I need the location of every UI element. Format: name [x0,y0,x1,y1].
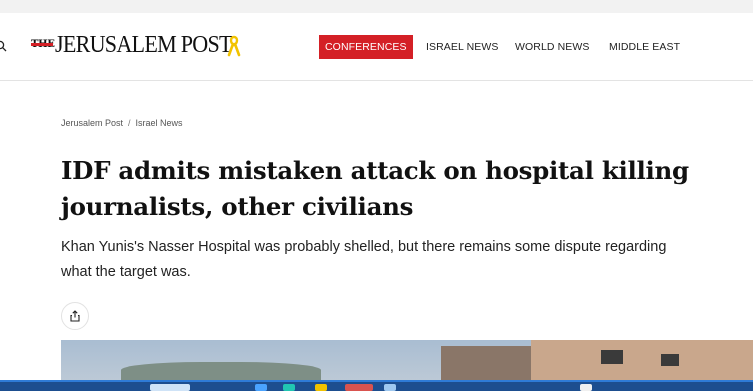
article-hero-image [61,340,753,380]
nav-conferences[interactable]: CONFERENCES [319,35,413,59]
nav-middle-east[interactable]: MIDDLE EAST [609,35,680,59]
breadcrumb-home-link[interactable]: Jerusalem Post [61,118,123,128]
logo-main-text: JERUSALEM POST [55,32,233,58]
breadcrumb-separator: / [128,118,131,128]
os-taskbar [0,380,753,391]
taskbar-app-icon[interactable] [384,384,396,391]
breadcrumb-section-link[interactable]: Israel News [136,118,183,128]
nav-world-news[interactable]: WORLD NEWS [515,35,590,59]
search-icon[interactable] [0,40,7,52]
taskbar-search-box[interactable] [150,384,190,391]
hero-building-right [531,340,753,380]
hero-window [601,350,623,364]
hero-window [661,354,679,366]
taskbar-app-icon[interactable] [580,384,592,391]
logo-red-bar [31,43,53,46]
hero-tree-shape [121,362,321,380]
logo-the-block: THE [31,31,55,65]
article-headline: IDF admits mistaken attack on hospital k… [61,156,689,221]
breadcrumb: Jerusalem Post / Israel News [61,118,183,128]
share-icon [70,310,80,322]
taskbar-app-icon[interactable] [283,384,295,391]
taskbar-app-icon[interactable] [255,384,267,391]
taskbar-app-icon[interactable] [315,384,327,391]
share-button[interactable] [61,302,89,330]
site-logo[interactable]: THE JERUSALEM POST [31,31,247,65]
article-subheadline: Khan Yunis's Nasser Hospital was probabl… [61,239,667,280]
browser-top-strip [0,0,753,13]
nav-israel-news[interactable]: ISRAEL NEWS [426,35,498,59]
taskbar-app-icon[interactable] [345,384,373,391]
site-header: THE JERUSALEM POST CONFERENCES ISRAEL NE… [0,13,753,81]
yellow-ribbon-icon [227,35,241,57]
